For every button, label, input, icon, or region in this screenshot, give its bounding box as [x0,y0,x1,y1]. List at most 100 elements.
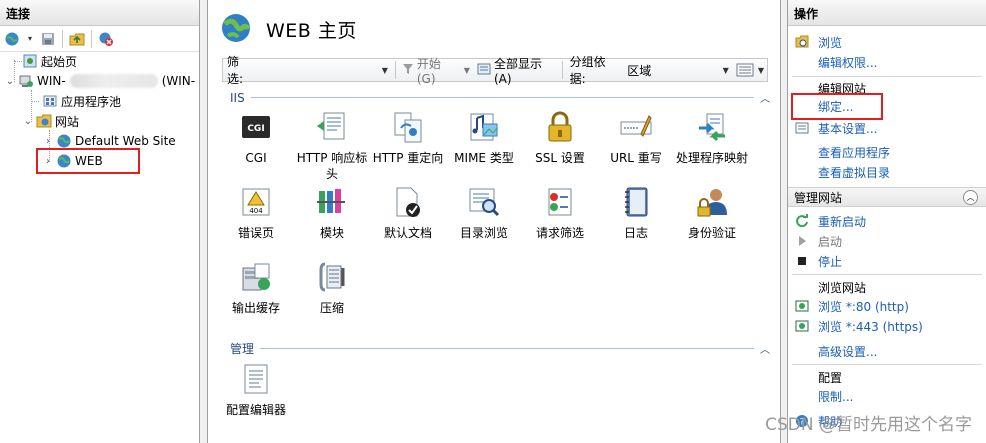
actions-header: 操作 [788,0,986,26]
feature-ssl-settings[interactable]: SSL 设置 [522,110,598,166]
feature-url-rewrite[interactable]: URL 重写 [598,110,674,166]
action-basic-settings[interactable]: 基本设置... [788,118,986,138]
chevron-right-icon[interactable]: › [42,136,54,147]
action-restart[interactable]: 重新启动 [788,211,986,231]
connections-pane: 连接 ▾ 起始页 ⌄ WIN- (WIN- 应用程序池 ⌄ 网站 › Defau… [0,0,200,443]
section-browse-site: 浏览网站 [818,281,867,295]
manage-site-section-header[interactable]: 管理网站 ︿ [788,187,986,207]
feature-logging[interactable]: 日志 [598,185,674,241]
output-caching-icon [239,260,273,294]
ssl-lock-icon [543,110,577,144]
tree-item-server[interactable]: ⌄ WIN- (WIN- [4,71,195,91]
action-browse-80[interactable]: 浏览 *:80 (http) [788,296,986,316]
redacted-server-name [69,74,158,88]
error-pages-icon: 404 [239,185,273,219]
filter-input[interactable] [257,61,378,79]
view-mode-button[interactable]: ▼ [733,63,767,77]
url-rewrite-icon [619,110,653,144]
logging-icon [619,185,653,219]
feature-request-filtering[interactable]: 请求筛选 [522,185,598,241]
section-configure: 配置 [818,371,843,385]
site-globe-icon [220,12,252,47]
tree-item-app-pools[interactable]: 应用程序池 [40,91,121,111]
filter-label: 筛选: [227,55,244,86]
browser-icon [795,319,809,333]
feature-compression[interactable]: 压缩 [294,260,370,316]
action-view-applications[interactable]: 查看应用程序 [788,142,986,162]
connections-header: 连接 [0,0,199,26]
go-button[interactable]: 开始(G) [399,55,460,86]
action-view-virtual-dirs[interactable]: 查看虚拟目录 [788,162,986,182]
play-icon [795,234,809,248]
feature-handler-mappings[interactable]: 处理程序映射 [674,110,750,166]
globe-icon [56,133,72,149]
default-document-icon [391,185,425,219]
group-header-iis[interactable]: IIS ︿ [230,90,770,106]
chevron-down-icon[interactable]: ⌄ [22,116,34,127]
chevron-down-icon[interactable]: ⌄ [4,76,16,87]
feature-modules[interactable]: 模块 [294,185,370,241]
server-icon [18,73,34,89]
feature-default-document[interactable]: 默认文档 [370,185,446,241]
feature-view: WEB 主页 筛选: ▼ 开始(G) ▼ 全部显示(A) 分组依据: 区域 ▼ … [207,0,781,443]
tree-label: 起始页 [41,54,78,69]
group-by-select[interactable]: 区域 [623,62,718,79]
go-dropdown-icon[interactable]: ▼ [464,66,470,75]
compression-icon [315,260,349,294]
highlight-box-bindings [791,93,883,120]
action-advanced-settings[interactable]: 高级设置... [788,341,986,361]
browser-icon [795,299,809,313]
connections-toolbar: ▾ [0,26,199,52]
collapse-icon[interactable]: ︿ [963,190,978,205]
feature-output-caching[interactable]: 输出缓存 [218,260,294,316]
group-header-management[interactable]: 管理 ︿ [230,340,770,357]
browse-folder-icon [795,35,809,49]
app-pool-icon [42,93,58,109]
http-redirect-icon [391,110,425,144]
action-browse-443[interactable]: 浏览 *:443 (https) [788,316,986,336]
action-edit-permissions[interactable]: 编辑权限... [788,52,986,72]
feature-directory-browsing[interactable]: 目录浏览 [446,185,522,241]
feature-error-pages[interactable]: 404 错误页 [218,185,294,241]
restart-icon [795,214,809,228]
authentication-icon [695,185,729,219]
action-start[interactable]: 启动 [788,231,986,251]
filter-dropdown-icon[interactable]: ▼ [382,66,388,75]
settings-page-icon [795,121,809,135]
up-folder-icon[interactable] [67,29,87,49]
actions-pane: 操作 浏览 编辑权限... 编辑网站 绑定... 基本设置... 查看应用程序 … [787,0,986,443]
chevron-up-icon[interactable]: ︿ [760,90,770,105]
request-filtering-icon [543,185,577,219]
svg-text:404: 404 [249,207,263,215]
chevron-up-icon[interactable]: ︿ [760,341,770,356]
connect-dropdown-icon[interactable]: ▾ [28,34,32,43]
tree-item-start-page[interactable]: 起始页 [8,51,77,71]
disconnect-icon[interactable] [96,29,116,49]
modules-icon [315,185,349,219]
http-response-headers-icon [315,110,349,144]
action-limits[interactable]: 限制... [788,386,986,406]
filter-bar: 筛选: ▼ 开始(G) ▼ 全部显示(A) 分组依据: 区域 ▼ ▼ [222,55,768,86]
watermark: CSDN @暂时先用这个名字 [765,415,972,435]
start-page-icon [22,53,38,69]
sites-folder-icon [36,113,52,129]
feature-cgi[interactable]: CGI CGI [218,110,294,166]
group-by-label: 分组依据: [569,55,606,86]
feature-http-response-headers[interactable]: HTTP 响应标头 [294,110,370,182]
feature-configuration-editor[interactable]: 配置编辑器 [218,362,294,418]
tree-item-sites[interactable]: ⌄ 网站 [22,111,79,131]
feature-mime-types[interactable]: MIME 类型 [446,110,522,166]
connect-globe-icon[interactable] [2,29,22,49]
feature-authentication[interactable]: 身份验证 [674,185,750,241]
stop-icon [795,254,809,268]
action-stop[interactable]: 停止 [788,251,986,271]
funnel-icon [402,63,414,78]
action-browse[interactable]: 浏览 [788,32,986,52]
feature-http-redirect[interactable]: HTTP 重定向 [370,110,446,166]
highlight-box-web [36,148,140,174]
save-icon[interactable] [38,29,58,49]
group-by-dropdown-icon[interactable]: ▼ [723,66,729,75]
show-all-button[interactable]: 全部显示(A) [474,55,559,86]
directory-browsing-icon [467,185,501,219]
cgi-icon: CGI [239,110,273,144]
